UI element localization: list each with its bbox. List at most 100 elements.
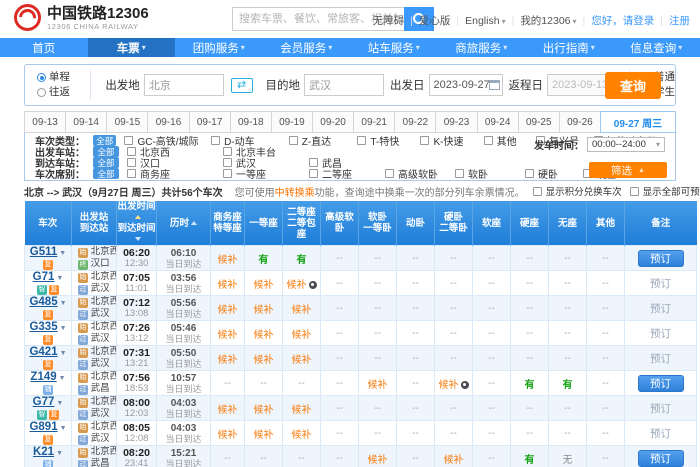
swap-stations-icon[interactable]: ⇄: [231, 78, 253, 93]
chevron-down-icon[interactable]: ▼: [60, 350, 67, 357]
train-number-link[interactable]: G511: [30, 246, 58, 258]
seat-cell: --: [511, 421, 549, 446]
filter-all-button[interactable]: 全部: [93, 146, 119, 157]
date-tab[interactable]: 09-25: [518, 111, 560, 133]
seat-note-icon: [461, 381, 469, 389]
chevron-down-icon[interactable]: ▼: [56, 275, 63, 282]
nav-item-group-services[interactable]: 团购服务▾: [175, 38, 263, 57]
chevron-down-icon[interactable]: ▼: [60, 300, 67, 307]
depart-time-select[interactable]: 00:00--24:00▾: [587, 137, 665, 152]
date-tab[interactable]: 09-26: [559, 111, 601, 133]
filter-button[interactable]: 筛选▲: [589, 162, 667, 178]
link-my-12306[interactable]: 我的12306▾: [520, 13, 576, 28]
sort-asc-icon[interactable]: [191, 221, 197, 225]
nav-item-home[interactable]: 首页: [0, 38, 88, 57]
link-register[interactable]: 注册: [669, 13, 690, 28]
filter-option[interactable]: 二等座: [309, 166, 385, 181]
nav-item-station-services[interactable]: 站车服务▾: [350, 38, 438, 57]
checkbox-icon: [357, 136, 366, 145]
duration: 06:10: [157, 248, 210, 259]
date-tab[interactable]: 09-21: [353, 111, 395, 133]
link-language[interactable]: English▾: [465, 15, 505, 27]
chevron-down-icon[interactable]: ▼: [59, 375, 66, 382]
depart-time: 07:31: [117, 348, 156, 359]
station-tag-icon: 过: [78, 460, 88, 467]
train-number-link[interactable]: G335: [29, 321, 57, 333]
query-button[interactable]: 查询: [605, 72, 661, 99]
filter-option[interactable]: 硬卧: [525, 166, 583, 181]
nav-item-business-services[interactable]: 商旅服务▾: [438, 38, 526, 57]
sort-asc-icon[interactable]: [135, 215, 141, 219]
to-city-input[interactable]: [304, 74, 384, 96]
book-button[interactable]: 预订: [638, 375, 684, 392]
nav-item-travel-guide[interactable]: 出行指南▾: [525, 38, 613, 57]
filter-option[interactable]: 高级软卧: [385, 166, 455, 181]
duration: 03:56: [157, 273, 210, 284]
filter-option[interactable]: 其他: [484, 133, 536, 148]
nav-item-member-services[interactable]: 会员服务▾: [263, 38, 351, 57]
seat-status: --: [602, 303, 609, 314]
from-city-input[interactable]: [144, 74, 224, 96]
filter-all-button[interactable]: 全部: [93, 168, 119, 179]
date-tab-selected[interactable]: 09-27 周三: [600, 111, 676, 133]
date-tab[interactable]: 09-23: [435, 111, 477, 133]
filter-option[interactable]: 商务座: [127, 166, 223, 181]
station-name: 北京西: [88, 321, 117, 332]
train-number-link[interactable]: K21: [33, 446, 54, 458]
link-login[interactable]: 您好，请登录: [591, 13, 654, 28]
station-name: 北京西: [88, 421, 117, 432]
seat-cell: --: [473, 446, 511, 467]
chevron-down-icon[interactable]: ▼: [59, 250, 66, 257]
filter-option[interactable]: 一等座: [223, 166, 309, 181]
book-button[interactable]: 预订: [638, 450, 684, 467]
filter-all-button[interactable]: 全部: [93, 157, 119, 168]
seat-cell: --: [435, 296, 473, 321]
transfer-link[interactable]: 中转换乘: [275, 188, 315, 199]
train-number-link[interactable]: G421: [29, 346, 57, 358]
arrive-time: 12:08: [117, 434, 156, 444]
date-tab[interactable]: 09-24: [477, 111, 519, 133]
trip-type-radio[interactable]: 往返: [37, 85, 82, 100]
train-number-link[interactable]: G77: [33, 396, 55, 408]
date-tab[interactable]: 09-22: [394, 111, 436, 133]
train-number-link[interactable]: G71: [33, 271, 55, 283]
seat-cell: --: [211, 371, 245, 396]
date-tab[interactable]: 09-13: [24, 111, 66, 133]
train-number-link[interactable]: Z149: [30, 371, 56, 383]
book-button[interactable]: 预订: [638, 250, 684, 267]
seat-note-icon: [309, 281, 317, 289]
chevron-down-icon: ▾: [416, 43, 420, 52]
chevron-down-icon[interactable]: ▼: [60, 425, 67, 432]
sort-desc-icon[interactable]: [135, 237, 141, 241]
display-toggle[interactable]: 显示全部可预订车次: [630, 184, 700, 198]
train-badge-icon: 复: [43, 360, 53, 370]
date-tab[interactable]: 09-15: [106, 111, 148, 133]
link-care-version[interactable]: 爱心版: [419, 13, 451, 28]
filter-option[interactable]: K-快速: [420, 133, 483, 148]
filter-all-button[interactable]: 全部: [93, 135, 116, 146]
train-number-link[interactable]: G485: [29, 296, 57, 308]
filter-option[interactable]: T-特快: [357, 133, 420, 148]
date-tab[interactable]: 09-20: [312, 111, 354, 133]
filter-option[interactable]: 软卧: [455, 166, 525, 181]
seat-status: --: [450, 403, 457, 414]
chevron-down-icon[interactable]: ▼: [56, 400, 63, 407]
link-accessibility[interactable]: 无障碍: [373, 13, 405, 28]
date-tab[interactable]: 09-17: [189, 111, 231, 133]
duration-cell: 04:03当日到达: [157, 396, 211, 421]
date-tab[interactable]: 09-18: [230, 111, 272, 133]
date-tab[interactable]: 09-19: [271, 111, 313, 133]
train-number-link[interactable]: G891: [29, 421, 57, 433]
trip-type-radio[interactable]: 单程: [37, 70, 82, 85]
nav-item-tickets[interactable]: 车票▾: [88, 38, 176, 57]
train-row: G511▼复始 北京西终 汉口06:2012:3006:10当日到达候补有有--…: [25, 246, 697, 271]
nav-item-info-query[interactable]: 信息查询▾: [613, 38, 700, 57]
train-cell: G485▼复: [25, 296, 72, 321]
chevron-down-icon[interactable]: ▼: [56, 450, 63, 457]
display-toggle[interactable]: 显示积分兑换车次: [533, 184, 622, 198]
seat-cell: --: [511, 271, 549, 296]
nav-item-label: 站车服务: [368, 40, 414, 56]
chevron-down-icon[interactable]: ▼: [60, 325, 67, 332]
date-tab[interactable]: 09-16: [147, 111, 189, 133]
date-tab[interactable]: 09-14: [65, 111, 107, 133]
